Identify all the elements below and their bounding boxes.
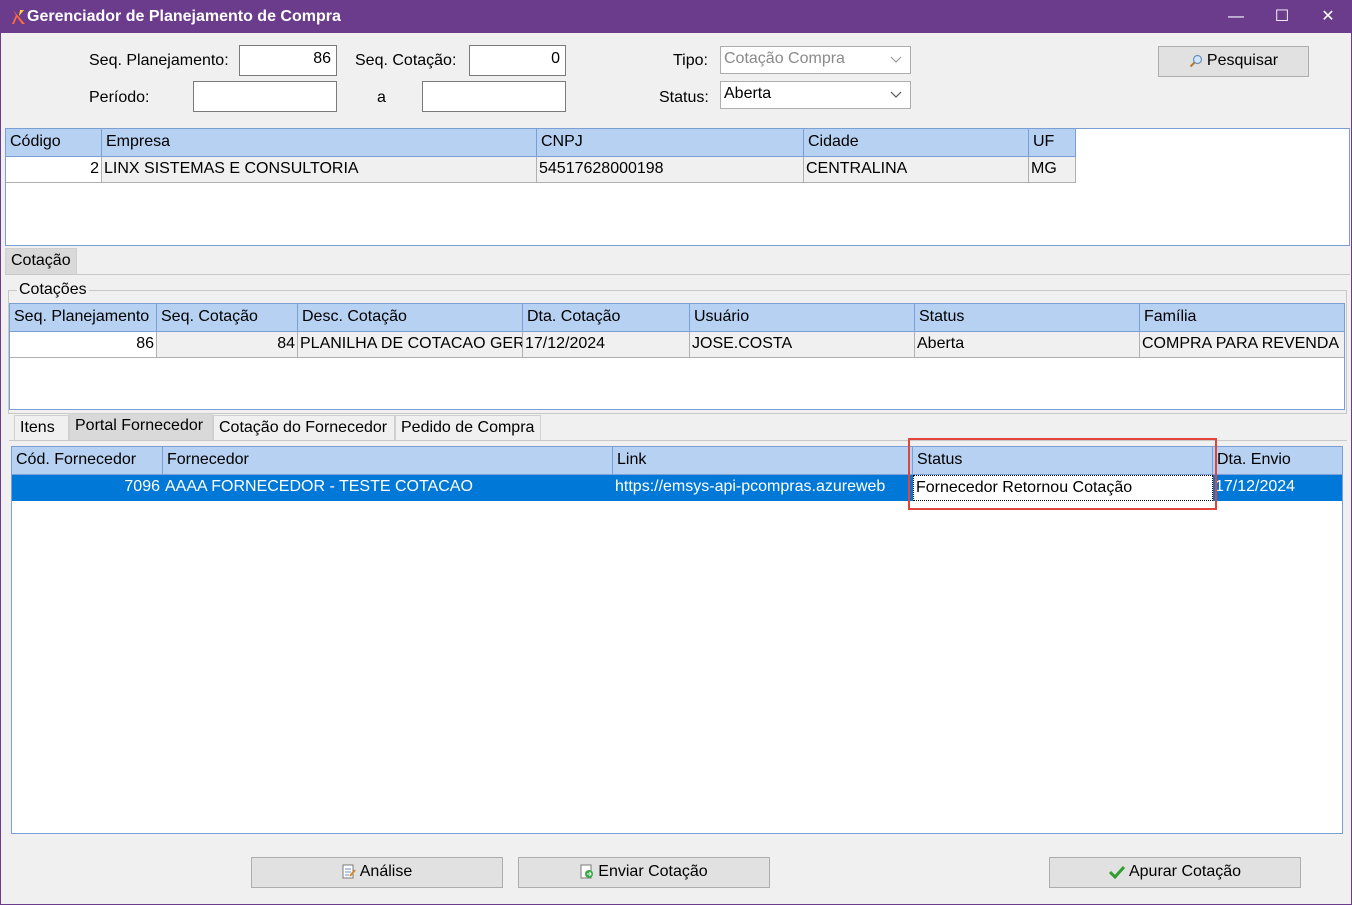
col-header-codigo[interactable]: Código bbox=[6, 129, 102, 157]
tab-cotacao-fornecedor[interactable]: Cotação do Fornecedor bbox=[213, 415, 395, 441]
app-logo-icon bbox=[12, 10, 25, 24]
tab-cotacao[interactable]: Cotação bbox=[5, 248, 77, 274]
table-cell[interactable]: 86 bbox=[10, 332, 157, 358]
table-cell[interactable]: https://emsys-api-pcompras.azureweb bbox=[613, 475, 913, 501]
checkmark-icon bbox=[1108, 865, 1125, 879]
table-cell[interactable]: 2 bbox=[6, 157, 102, 183]
magnifier-icon bbox=[1189, 54, 1203, 67]
col-header-uf[interactable]: UF bbox=[1029, 129, 1076, 157]
search-button[interactable]: Pesquisar bbox=[1158, 46, 1309, 77]
apurar-cotacao-button[interactable]: Apurar Cotação bbox=[1049, 857, 1301, 888]
window-title: Gerenciador de Planejamento de Compra bbox=[27, 8, 341, 25]
table-cell[interactable]: Aberta bbox=[915, 332, 1140, 358]
col-header-dta-envio[interactable]: Dta. Envio bbox=[1213, 447, 1342, 475]
col-header-cnpj[interactable]: CNPJ bbox=[537, 129, 804, 157]
chevron-down-icon bbox=[890, 91, 902, 98]
table-cell[interactable]: LINX SISTEMAS E CONSULTORIA bbox=[102, 157, 537, 183]
col-header-empresa[interactable]: Empresa bbox=[102, 129, 537, 157]
apurar-cotacao-button-label: Apurar Cotação bbox=[1128, 863, 1242, 880]
table-cell[interactable]: 7096 bbox=[12, 475, 163, 501]
companies-grid: Código Empresa CNPJ Cidade UF 2 LINX SIS… bbox=[5, 128, 1350, 246]
periodo-label: Período: bbox=[89, 89, 150, 106]
tab-pedido-compra[interactable]: Pedido de Compra bbox=[395, 415, 541, 441]
col-header-cidade[interactable]: Cidade bbox=[804, 129, 1029, 157]
table-cell[interactable]: MG bbox=[1029, 157, 1076, 183]
table-cell[interactable]: 17/12/2024 bbox=[523, 332, 690, 358]
table-cell[interactable]: CENTRALINA bbox=[804, 157, 1029, 183]
table-cell[interactable]: PLANILHA DE COTACAO GER bbox=[298, 332, 523, 358]
main-window: Gerenciador de Planejamento de Compra — … bbox=[0, 0, 1352, 905]
enviar-cotacao-button-label: Enviar Cotação bbox=[598, 863, 708, 880]
col-header-usuario[interactable]: Usuário bbox=[690, 304, 915, 332]
col-header-cod-fornecedor[interactable]: Cód. Fornecedor bbox=[12, 447, 163, 475]
col-header-link[interactable]: Link bbox=[613, 447, 913, 475]
minimize-button[interactable]: — bbox=[1213, 1, 1259, 33]
periodo-start-input[interactable] bbox=[193, 81, 337, 112]
col-header-seq-planejamento[interactable]: Seq. Planejamento bbox=[10, 304, 157, 332]
analise-button[interactable]: Análise bbox=[251, 857, 503, 888]
cotacoes-caption: Cotações bbox=[17, 281, 89, 299]
document-edit-icon bbox=[342, 864, 356, 879]
col-header-dta-cotacao[interactable]: Dta. Cotação bbox=[523, 304, 690, 332]
quotations-grid: Seq. Planejamento Seq. Cotação Desc. Cot… bbox=[9, 303, 1345, 410]
seq-planejamento-label: Seq. Planejamento: bbox=[89, 52, 229, 69]
document-send-icon bbox=[580, 864, 594, 879]
col-header-seq-cotacao[interactable]: Seq. Cotação bbox=[157, 304, 298, 332]
table-cell[interactable]: 17/12/2024 bbox=[1213, 475, 1342, 501]
maximize-button[interactable]: ☐ bbox=[1259, 1, 1305, 33]
seq-cotacao-input[interactable]: 0 bbox=[469, 45, 566, 76]
enviar-cotacao-button[interactable]: Enviar Cotação bbox=[518, 857, 770, 888]
status-select-value: Aberta bbox=[724, 85, 772, 102]
table-cell[interactable]: AAAA FORNECEDOR - TESTE COTACAO bbox=[163, 475, 613, 501]
periodo-separator: a bbox=[377, 89, 386, 106]
chevron-down-icon bbox=[890, 56, 902, 63]
tipo-select[interactable]: Cotação Compra bbox=[720, 46, 911, 74]
search-button-label: Pesquisar bbox=[1206, 52, 1279, 69]
status-select[interactable]: Aberta bbox=[720, 81, 911, 109]
close-button[interactable]: ✕ bbox=[1305, 1, 1351, 33]
seq-cotacao-label: Seq. Cotação: bbox=[355, 52, 457, 69]
status-highlight-box bbox=[908, 438, 1217, 510]
tab-portal-fornecedor[interactable]: Portal Fornecedor bbox=[69, 413, 213, 441]
table-cell[interactable]: JOSE.COSTA bbox=[690, 332, 915, 358]
analise-button-label: Análise bbox=[359, 863, 413, 880]
seq-planejamento-input[interactable]: 86 bbox=[239, 45, 337, 76]
periodo-end-input[interactable] bbox=[422, 81, 566, 112]
tab-panel-border bbox=[5, 274, 1350, 275]
table-cell[interactable]: COMPRA PARA REVENDA bbox=[1140, 332, 1344, 358]
title-bar: Gerenciador de Planejamento de Compra — … bbox=[1, 1, 1351, 33]
tipo-label: Tipo: bbox=[673, 52, 708, 69]
col-header-status[interactable]: Status bbox=[915, 304, 1140, 332]
table-cell[interactable]: 54517628000198 bbox=[537, 157, 804, 183]
table-cell[interactable]: 84 bbox=[157, 332, 298, 358]
col-header-desc-cotacao[interactable]: Desc. Cotação bbox=[298, 304, 523, 332]
status-label: Status: bbox=[659, 89, 709, 106]
col-header-fornecedor[interactable]: Fornecedor bbox=[163, 447, 613, 475]
tab-itens[interactable]: Itens bbox=[14, 415, 69, 441]
tipo-select-value: Cotação Compra bbox=[724, 50, 845, 67]
col-header-familia[interactable]: Família bbox=[1140, 304, 1344, 332]
